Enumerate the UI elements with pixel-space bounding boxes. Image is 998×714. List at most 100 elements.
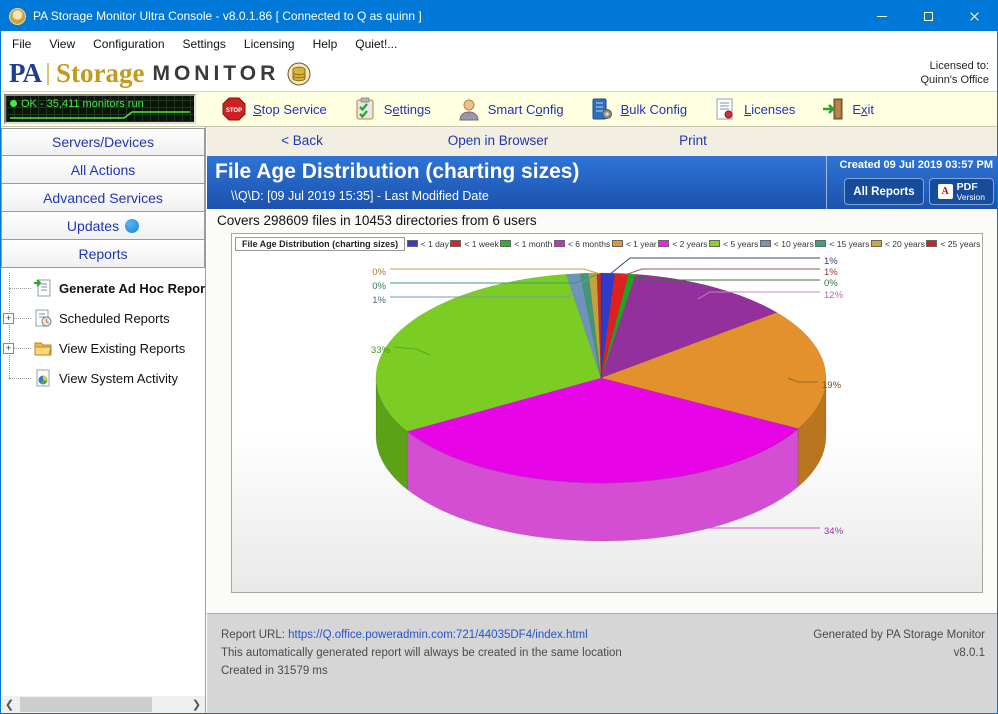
legend-swatch [450, 240, 461, 247]
menu-configuration[interactable]: Configuration [84, 33, 173, 55]
licensed-name: Quinn's Office [920, 74, 989, 88]
banner-right-panel: Created 09 Jul 2019 03:57 PM All Reports… [826, 156, 998, 209]
toolbar: OK - 35,411 monitors run STOP Stop Servi… [1, 91, 997, 127]
menu-view[interactable]: View [40, 33, 84, 55]
chart-title: File Age Distribution (charting sizes) [235, 237, 405, 251]
legend-label: < 1 week [464, 239, 498, 249]
print-link[interactable]: Print [679, 133, 707, 148]
smart-config-label: Smart Config [488, 102, 564, 117]
legend-swatch [871, 240, 882, 247]
license-document-icon [713, 97, 737, 121]
legend-item: < 10 years [760, 239, 814, 249]
legend-swatch [709, 240, 720, 247]
logo-storage: Storage [56, 58, 144, 89]
report-url-link[interactable]: https://Q.office.poweradmin.com:721/4403… [288, 629, 588, 641]
scroll-right-icon[interactable]: ❯ [188, 696, 205, 713]
sidebar-item-advanced-services[interactable]: Advanced Services [1, 184, 205, 212]
sidebar-item-servers-devices[interactable]: Servers/Devices [1, 128, 205, 156]
legend-item: < 20 years [871, 239, 925, 249]
stop-sign-icon: STOP [222, 97, 246, 121]
smart-config-button[interactable]: Smart Config [457, 97, 564, 121]
pie-slice-label: 19% [822, 380, 842, 391]
close-button[interactable] [951, 1, 997, 31]
licenses-button[interactable]: Licenses [713, 97, 795, 121]
tree-item-view-existing-reports[interactable]: + View Existing Reports [1, 333, 205, 363]
menu-licensing[interactable]: Licensing [235, 33, 304, 55]
maximize-icon [924, 12, 933, 21]
sidebar-item-updates[interactable]: Updates [1, 212, 205, 240]
sidebar-item-all-actions[interactable]: All Actions [1, 156, 205, 184]
legend-swatch [760, 240, 771, 247]
legend-swatch [500, 240, 511, 247]
settings-label: Settings [384, 102, 431, 117]
exit-button[interactable]: Exit [821, 97, 874, 121]
open-in-browser-link[interactable]: Open in Browser [448, 133, 549, 148]
updates-badge [125, 219, 139, 233]
stop-service-button[interactable]: STOP Stop Service [222, 97, 327, 121]
scheduled-report-icon [33, 308, 53, 328]
report-url-label: Report URL: [221, 629, 288, 641]
legend-item: < 25 years [926, 239, 980, 249]
chart-legend: < 1 day< 1 week< 1 month< 6 months< 1 ye… [405, 239, 982, 249]
report-new-icon [33, 278, 53, 298]
bulk-config-label: Bulk Config [621, 102, 687, 117]
legend-item: < 5 years [709, 239, 758, 249]
legend-label: < 20 years [885, 239, 925, 249]
menu-help[interactable]: Help [304, 33, 347, 55]
legend-swatch [658, 240, 669, 247]
menu-quiet[interactable]: Quiet!... [346, 33, 406, 55]
legend-item: < 1 week [450, 239, 498, 249]
logo-separator [47, 63, 49, 85]
legend-item: < 2 years [658, 239, 707, 249]
menu-file[interactable]: File [3, 33, 40, 55]
pie-slice-label: 1% [372, 295, 386, 306]
scroll-thumb[interactable] [20, 697, 152, 712]
sidebar-horizontal-scrollbar[interactable]: ❮ ❯ [1, 696, 205, 713]
app-icon [9, 8, 26, 25]
maximize-button[interactable] [905, 1, 951, 31]
expand-icon[interactable]: + [3, 343, 14, 354]
sidebar-item-reports[interactable]: Reports [1, 240, 205, 268]
legend-label: < 25 years [940, 239, 980, 249]
expand-icon[interactable]: + [3, 313, 14, 324]
pie-slice-label: 34% [824, 526, 844, 537]
legend-label: < 2 years [672, 239, 707, 249]
legend-label: < 5 years [723, 239, 758, 249]
pdf-version-button[interactable]: A PDF Version [929, 178, 994, 205]
pie-slice-label: 33% [371, 345, 391, 356]
minimize-icon [877, 16, 887, 17]
logo-pa: PA [9, 58, 41, 89]
legend-label: < 1 day [421, 239, 449, 249]
database-logo-icon [287, 62, 311, 86]
title-bar: PA Storage Monitor Ultra Console - v8.0.… [1, 1, 997, 31]
pie-slice-label: 0% [372, 267, 386, 278]
report-subtitle: \\Q\D: [09 Jul 2019 15:35] - Last Modifi… [231, 189, 489, 203]
licensed-label: Licensed to: [920, 60, 989, 74]
chart-container: File Age Distribution (charting sizes) <… [231, 233, 983, 593]
settings-button[interactable]: Settings [353, 97, 431, 121]
back-link[interactable]: < Back [281, 133, 323, 148]
legend-item: < 1 year [612, 239, 657, 249]
pie-slice-label: 0% [372, 281, 386, 292]
svg-text:STOP: STOP [226, 108, 242, 114]
legend-swatch [407, 240, 418, 247]
window-title: PA Storage Monitor Ultra Console - v8.0.… [33, 9, 422, 23]
all-reports-button[interactable]: All Reports [844, 178, 923, 205]
pie-slice-label: 1% [824, 267, 838, 278]
bulk-config-button[interactable]: Bulk Config [590, 97, 687, 121]
folder-icon [33, 338, 53, 358]
minimize-button[interactable] [859, 1, 905, 31]
tree-item-generate-ad-hoc-report[interactable]: Generate Ad Hoc Report [1, 273, 205, 303]
report-links-bar: < Back Open in Browser Print [207, 127, 998, 156]
report-title: File Age Distribution (charting sizes) [215, 160, 579, 184]
legend-label: < 10 years [774, 239, 814, 249]
tree-item-view-system-activity[interactable]: View System Activity [1, 363, 205, 393]
generator-version: v8.0.1 [813, 645, 985, 663]
scroll-left-icon[interactable]: ❮ [1, 696, 18, 713]
legend-label: < 1 year [626, 239, 657, 249]
tree-item-scheduled-reports[interactable]: + Scheduled Reports [1, 303, 205, 333]
status-lcd: OK - 35,411 monitors run [4, 94, 196, 124]
menu-bar: File View Configuration Settings Licensi… [1, 31, 997, 56]
menu-settings[interactable]: Settings [174, 33, 235, 55]
person-icon [457, 97, 481, 121]
